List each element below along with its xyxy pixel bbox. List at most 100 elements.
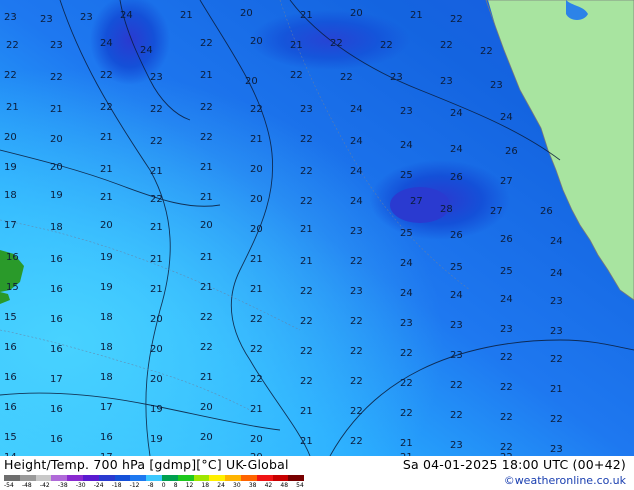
temp-label: 20 [100,220,113,231]
temp-label: 28 [440,204,453,215]
temp-label: 22 [350,256,363,267]
temp-label: 23 [350,286,363,297]
temp-label: 22 [330,38,343,49]
temp-label: 18 [50,222,63,233]
temp-label: 22 [340,72,353,83]
temp-label: 22 [200,38,213,49]
color-scale-segment [4,475,20,481]
temp-label: 21 [300,406,313,417]
temp-label: 22 [200,132,213,143]
temp-label: 22 [100,102,113,113]
temp-label: 23 [550,444,563,455]
temp-label: 24 [400,140,413,151]
color-scale-tick: 12 [185,482,194,489]
temp-label: 25 [400,170,413,181]
temp-label: 24 [450,108,463,119]
temp-label: 20 [150,344,163,355]
color-scale-segment [288,475,305,481]
color-scale-segment [82,475,99,481]
temp-label: 25 [400,228,413,239]
color-scale-tick: -30 [75,482,86,489]
temp-label: 15 [4,312,17,323]
temp-label: 20 [50,134,63,145]
temp-label: 19 [100,252,113,263]
temp-label: 22 [6,40,19,51]
temp-label: 22 [300,166,313,177]
temp-label: 27 [500,176,513,187]
temp-label: 27 [410,196,423,207]
temp-label: 22 [300,134,313,145]
color-scale-tick: 0 [161,482,166,489]
weather-map: 23 23 23 24 21 20 21 20 21 22 22 23 24 24 22 20 21 22 22 22… [0,0,634,456]
temp-label: 16 [100,432,113,443]
temp-label: 27 [490,206,503,217]
temp-label: 20 [200,220,213,231]
temp-label: 24 [350,136,363,147]
temp-label: 16 [50,344,63,355]
temp-label: 23 [400,318,413,329]
temp-label: 21 [200,162,213,173]
temp-label: 21 [410,10,423,21]
temp-label: 19 [50,190,63,201]
temp-label: 22 [250,314,263,325]
color-scale-segment [130,475,147,481]
temp-label: 24 [350,196,363,207]
temp-label: 23 [500,324,513,335]
temp-label: 21 [250,404,263,415]
color-scale-tick: -48 [21,482,32,489]
temp-label: 22 [300,196,313,207]
temp-label: 16 [4,342,17,353]
temp-label: 22 [350,376,363,387]
temp-label: 21 [180,10,193,21]
temp-label: 20 [245,76,258,87]
temp-label: 21 [150,254,163,265]
temp-label: 21 [200,252,213,263]
color-scale-tick: 18 [201,482,210,489]
temp-label: 22 [150,104,163,115]
temp-label: 23 [50,40,63,51]
temp-label: 23 [550,296,563,307]
color-scale-tick: 30 [233,482,241,489]
temp-label: 23 [350,226,363,237]
temp-label: 21 [100,192,113,203]
temp-label: 26 [450,172,463,183]
temp-label: 24 [550,236,563,247]
temp-label: 19 [150,404,163,415]
temp-label: 22 [150,136,163,147]
temp-label: 26 [450,230,463,241]
color-scale-segment [256,475,273,481]
temp-label: 22 [400,348,413,359]
temp-label: 23 [300,104,313,115]
temp-label: 22 [480,46,493,57]
credit-link[interactable]: ©weatheronline.co.uk [504,474,626,487]
temp-label: 23 [440,76,453,87]
temp-label: 15 [6,282,19,293]
temp-label: 20 [150,374,163,385]
temp-label: 18 [100,312,113,323]
temp-label: 24 [450,290,463,301]
temp-label: 24 [350,104,363,115]
temp-label: 22 [400,378,413,389]
temp-label: 16 [50,314,63,325]
temp-label: 16 [50,284,63,295]
temp-label: 22 [200,342,213,353]
color-scale-tick: -42 [39,482,50,489]
temp-label: 21 [200,282,213,293]
temp-label: 24 [500,112,513,123]
temp-label: 26 [500,234,513,245]
temp-label: 22 [440,40,453,51]
temp-label: 17 [50,374,63,385]
temp-label: 24 [400,288,413,299]
temp-label: 16 [50,254,63,265]
temp-label: 22 [350,316,363,327]
temp-label: 20 [200,402,213,413]
temp-label: 22 [350,406,363,417]
temp-label: 22 [250,344,263,355]
temp-label: 20 [250,224,263,235]
temp-label: 21 [100,164,113,175]
temp-label: 21 [6,102,19,113]
temp-label: 18 [4,190,17,201]
color-scale-bar [4,475,305,481]
temp-label: 23 [390,72,403,83]
temp-label: 22 [550,414,563,425]
